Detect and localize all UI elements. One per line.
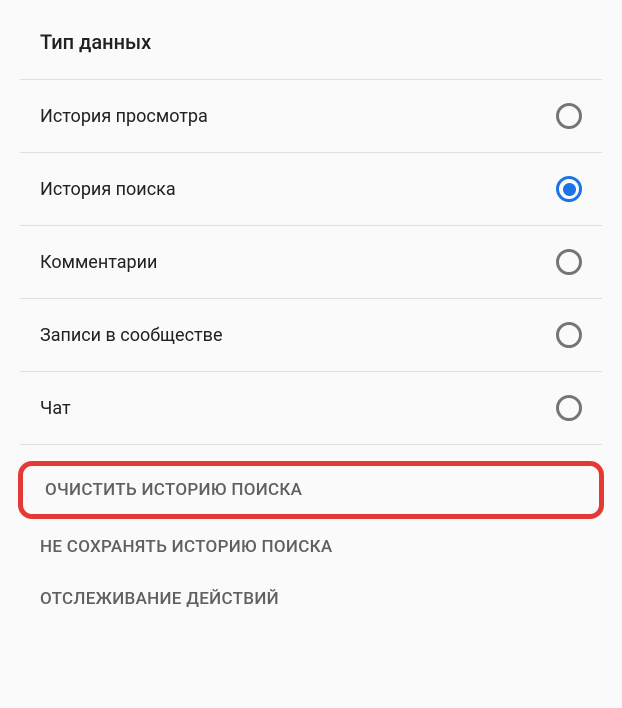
action-section: ОЧИСТИТЬ ИСТОРИЮ ПОИСКА НЕ СОХРАНЯТЬ ИСТ… bbox=[0, 445, 622, 625]
radio-row-comments[interactable]: Комментарии bbox=[0, 226, 622, 298]
data-type-panel: Тип данных История просмотра История пои… bbox=[0, 0, 622, 625]
radio-label: История просмотра bbox=[40, 106, 208, 127]
radio-row-chat[interactable]: Чат bbox=[0, 372, 622, 444]
section-title: Тип данных bbox=[0, 0, 622, 79]
action-activity-tracking[interactable]: ОТСЛЕЖИВАНИЕ ДЕЙСТВИЙ bbox=[0, 573, 622, 625]
radio-icon bbox=[556, 176, 582, 202]
action-clear-search-history[interactable]: ОЧИСТИТЬ ИСТОРИЮ ПОИСКА bbox=[23, 466, 599, 514]
radio-row-watch-history[interactable]: История просмотра bbox=[0, 80, 622, 152]
radio-label: Записи в сообществе bbox=[40, 325, 223, 346]
highlight-box: ОЧИСТИТЬ ИСТОРИЮ ПОИСКА bbox=[18, 461, 604, 519]
radio-row-search-history[interactable]: История поиска bbox=[0, 153, 622, 225]
radio-icon bbox=[556, 249, 582, 275]
radio-icon bbox=[556, 322, 582, 348]
action-pause-search-history[interactable]: НЕ СОХРАНЯТЬ ИСТОРИЮ ПОИСКА bbox=[0, 521, 622, 573]
radio-icon bbox=[556, 395, 582, 421]
radio-icon bbox=[556, 103, 582, 129]
radio-label: История поиска bbox=[40, 179, 176, 200]
radio-label: Чат bbox=[40, 398, 71, 419]
radio-label: Комментарии bbox=[40, 252, 157, 273]
radio-row-community-posts[interactable]: Записи в сообществе bbox=[0, 299, 622, 371]
